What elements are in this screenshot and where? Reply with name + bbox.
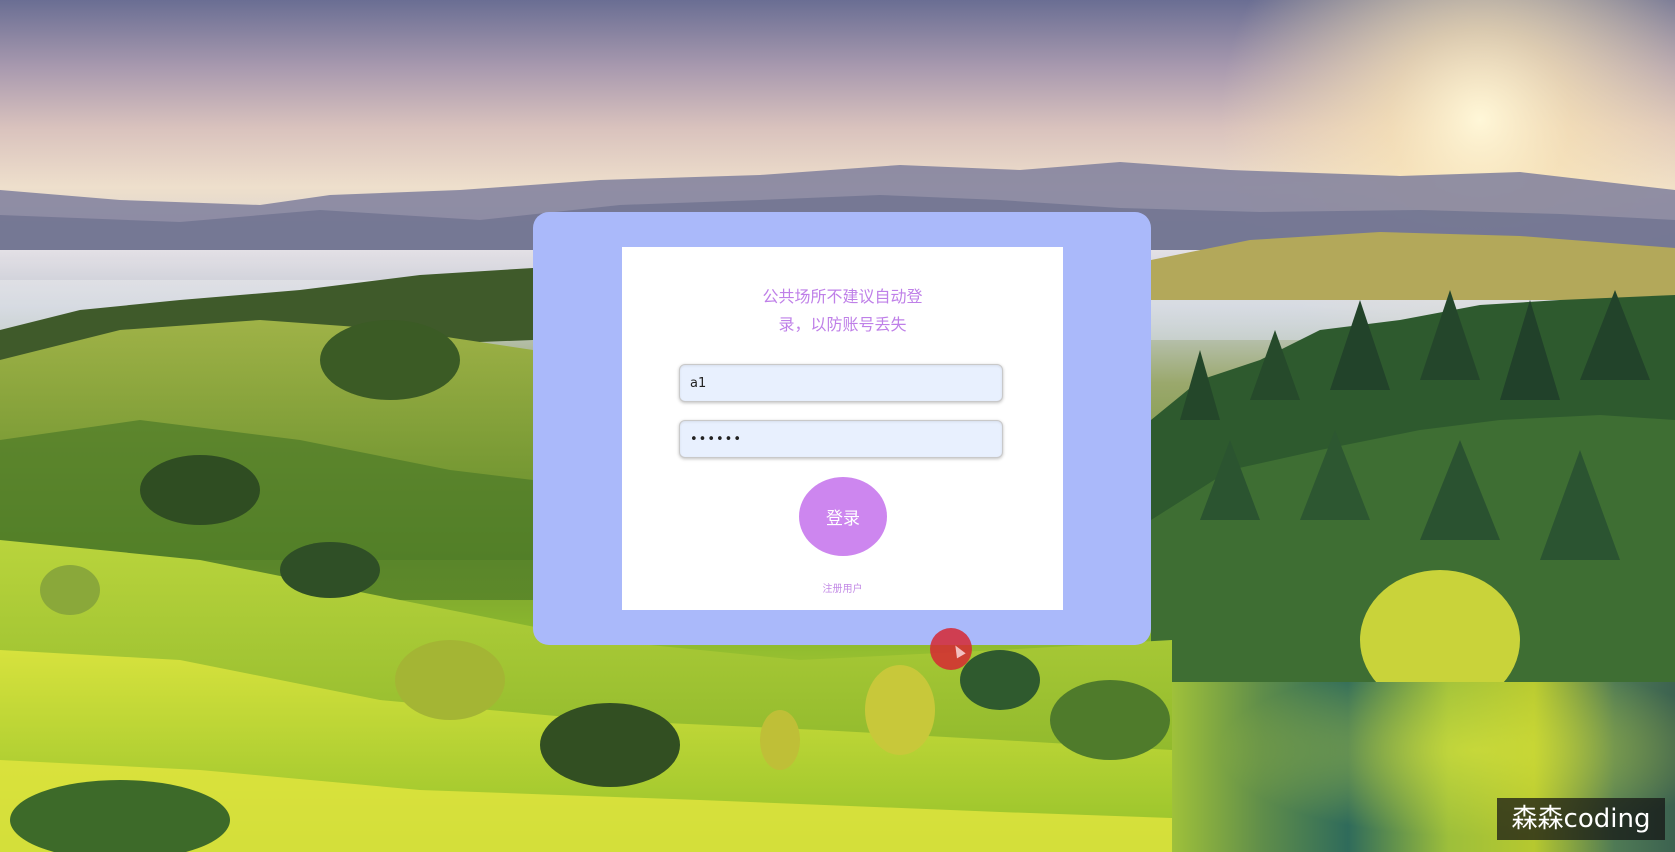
username-input[interactable] bbox=[679, 364, 1003, 402]
desktop-background: 公共场所不建议自动登 录，以防账号丢失 登录 注册用户 森森coding bbox=[0, 0, 1675, 852]
login-form-card: 公共场所不建议自动登 录，以防账号丢失 登录 注册用户 bbox=[622, 247, 1063, 610]
register-user-link[interactable]: 注册用户 bbox=[622, 580, 1063, 595]
login-button[interactable]: 登录 bbox=[799, 477, 887, 556]
password-input[interactable] bbox=[679, 420, 1003, 458]
watermark-label: 森森coding bbox=[1497, 798, 1665, 840]
warning-line-1: 公共场所不建议自动登 bbox=[762, 287, 923, 306]
warning-line-2: 录，以防账号丢失 bbox=[778, 315, 907, 334]
login-panel: 公共场所不建议自动登 录，以防账号丢失 登录 注册用户 bbox=[533, 212, 1151, 645]
auto-login-warning: 公共场所不建议自动登 录，以防账号丢失 bbox=[622, 283, 1063, 339]
